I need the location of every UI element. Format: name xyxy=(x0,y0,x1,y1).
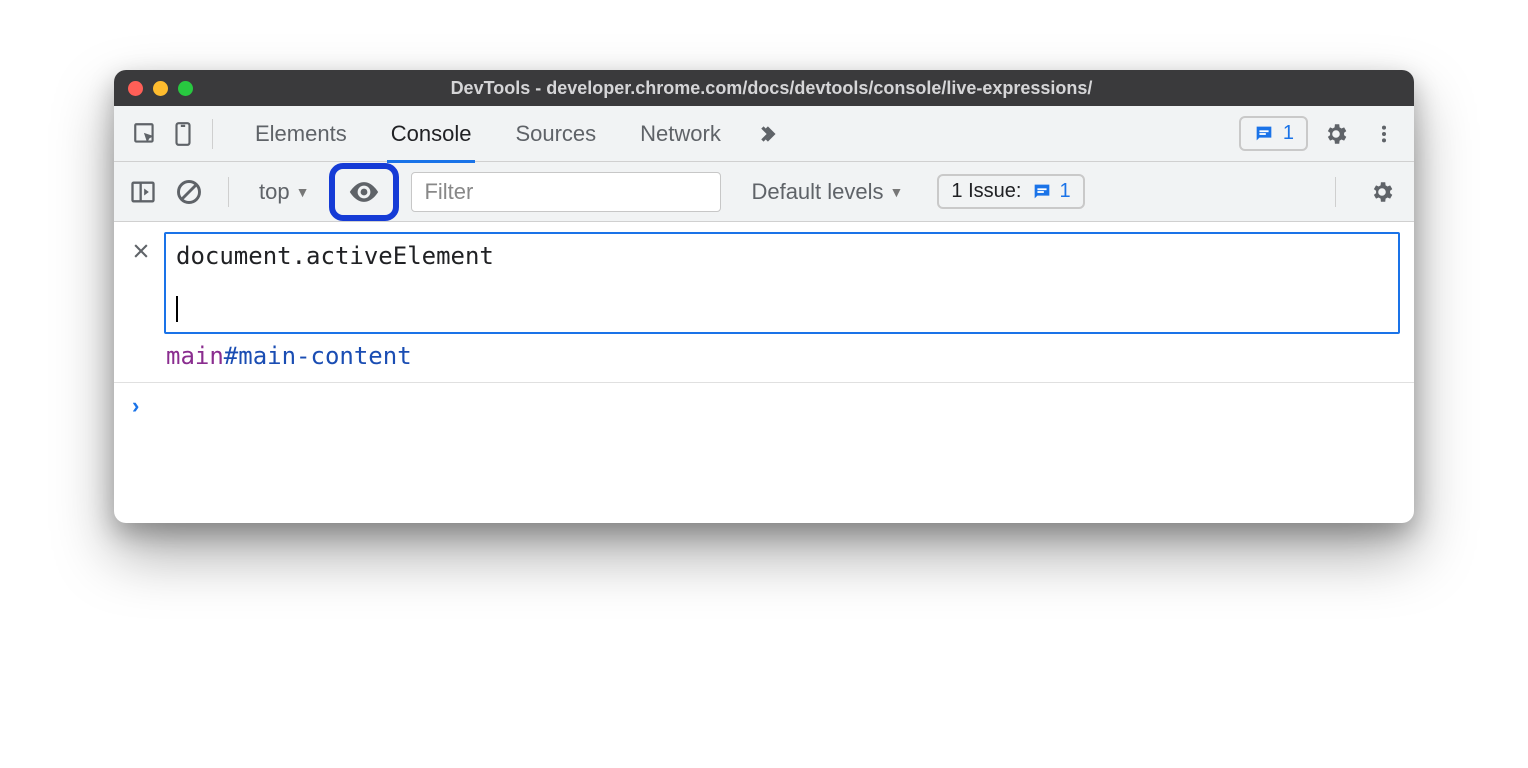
log-levels-selector[interactable]: Default levels ▼ xyxy=(743,179,911,205)
toggle-sidebar-button[interactable] xyxy=(126,175,160,209)
titlebar: DevTools - developer.chrome.com/docs/dev… xyxy=(114,70,1414,106)
console-settings-button[interactable] xyxy=(1362,172,1402,212)
live-expression-button[interactable] xyxy=(329,163,399,221)
chevron-down-icon: ▼ xyxy=(890,184,904,200)
divider xyxy=(1335,177,1336,207)
issues-count: 1 xyxy=(1059,180,1070,203)
device-toolbar-icon[interactable] xyxy=(164,115,202,153)
live-expression-result[interactable]: main#main-content xyxy=(164,340,1400,376)
tab-network[interactable]: Network xyxy=(618,106,743,162)
panel-tabs: Elements Console Sources Network xyxy=(233,106,797,162)
issues-label: 1 Issue: xyxy=(951,180,1021,203)
result-tag: main xyxy=(166,342,224,370)
messages-count: 1 xyxy=(1283,122,1294,145)
levels-label: Default levels xyxy=(751,179,883,205)
tab-elements[interactable]: Elements xyxy=(233,106,369,162)
messages-badge[interactable]: 1 xyxy=(1239,116,1308,151)
divider xyxy=(212,119,213,149)
live-expression-input[interactable]: document.activeElement xyxy=(164,232,1400,334)
tab-sources[interactable]: Sources xyxy=(493,106,618,162)
gear-icon xyxy=(1323,121,1349,147)
clear-icon xyxy=(175,178,203,206)
filter-input[interactable] xyxy=(411,172,721,212)
live-expression-area: document.activeElement main#main-content xyxy=(114,222,1414,383)
close-window-button[interactable] xyxy=(128,81,143,96)
gear-icon xyxy=(1369,179,1395,205)
divider xyxy=(228,177,229,207)
chevron-down-icon: ▼ xyxy=(296,184,310,200)
console-toolbar: top ▼ Default levels ▼ 1 Issue: 1 xyxy=(114,162,1414,222)
prompt-caret-icon: › xyxy=(132,393,139,419)
tab-console[interactable]: Console xyxy=(369,106,494,162)
text-cursor xyxy=(176,296,178,322)
message-icon xyxy=(1031,181,1053,203)
more-options-button[interactable] xyxy=(1364,114,1404,154)
window-title: DevTools - developer.chrome.com/docs/dev… xyxy=(143,78,1400,99)
issues-badge[interactable]: 1 Issue: 1 xyxy=(937,174,1084,209)
devtools-window: DevTools - developer.chrome.com/docs/dev… xyxy=(114,70,1414,523)
context-label: top xyxy=(259,179,290,205)
expression-text: document.activeElement xyxy=(176,242,494,270)
close-icon xyxy=(131,241,151,261)
more-tabs-button[interactable] xyxy=(743,121,797,147)
main-tabstrip: Elements Console Sources Network 1 xyxy=(114,106,1414,162)
context-selector[interactable]: top ▼ xyxy=(251,179,317,205)
clear-console-button[interactable] xyxy=(172,175,206,209)
result-selector: #main-content xyxy=(224,342,412,370)
eye-icon xyxy=(347,175,381,209)
console-prompt[interactable]: › xyxy=(114,383,1414,523)
inspect-element-icon[interactable] xyxy=(126,115,164,153)
message-icon xyxy=(1253,123,1275,145)
kebab-icon xyxy=(1373,123,1395,145)
remove-expression-button[interactable] xyxy=(128,238,154,264)
settings-button[interactable] xyxy=(1316,114,1356,154)
